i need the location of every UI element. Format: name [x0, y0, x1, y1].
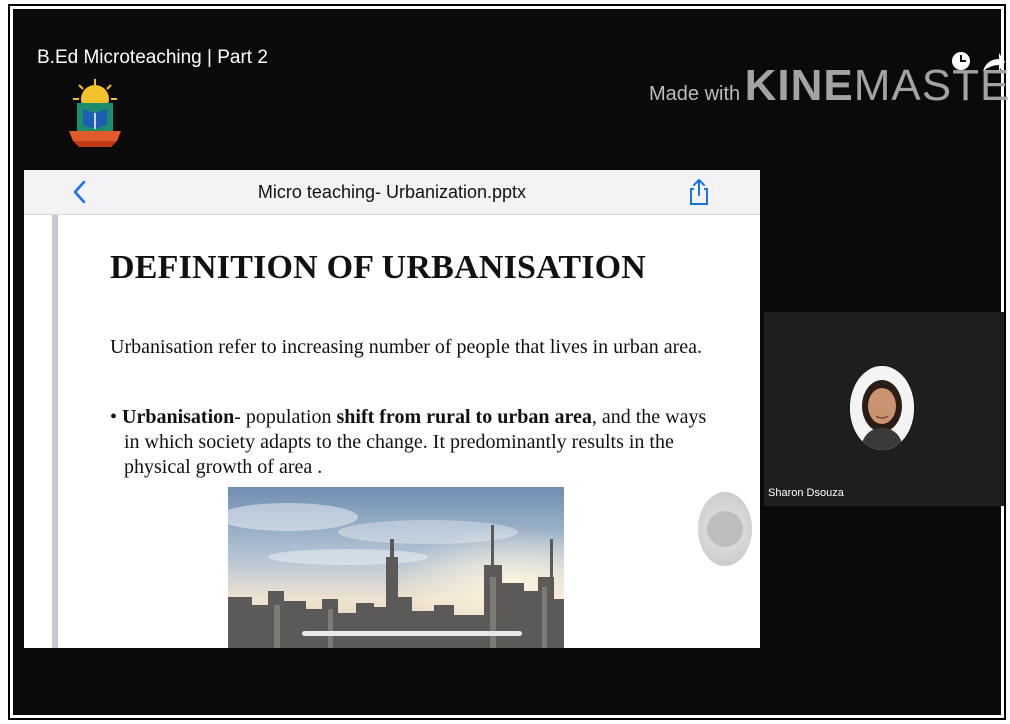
presentation-viewer: Micro teaching- Urbanization.pptx DEFINI… [24, 170, 760, 648]
slide-definition-text: Urbanisation refer to increasing number … [110, 336, 703, 358]
share-icon[interactable] [688, 178, 710, 206]
participant-avatar [850, 366, 914, 450]
watermark-brand-bold: KINE [744, 61, 854, 110]
slide-heading: DEFINITION OF URBANISATION [110, 249, 647, 286]
city-skyline-image [228, 487, 564, 648]
watermark-prefix: Made with [649, 83, 741, 105]
slide-bullet-point: • Urbanisation- population shift from ru… [110, 405, 724, 480]
bullet-term: Urbanisation [122, 406, 235, 428]
watermark-badge-icon [952, 52, 1005, 71]
institution-logo [69, 79, 121, 147]
bullet-emphasis: shift from rural to urban area [336, 406, 592, 428]
viewer-toolbar: Micro teaching- Urbanization.pptx [24, 170, 760, 215]
slide-accent-bar [52, 215, 58, 648]
document-title: Micro teaching- Urbanization.pptx [257, 182, 527, 202]
participant-name: Sharon Dsouza [768, 487, 844, 499]
next-slide-button[interactable] [698, 492, 752, 566]
slide: DEFINITION OF URBANISATION Urbanisation … [24, 215, 760, 648]
bullet-marker: • [110, 406, 118, 428]
participant-tile: Sharon Dsouza [764, 312, 1004, 506]
slide-scroll-indicator[interactable] [302, 631, 522, 636]
video-title: B.Ed Microteaching | Part 2 [37, 47, 268, 68]
bullet-text-1: - population [234, 406, 337, 428]
